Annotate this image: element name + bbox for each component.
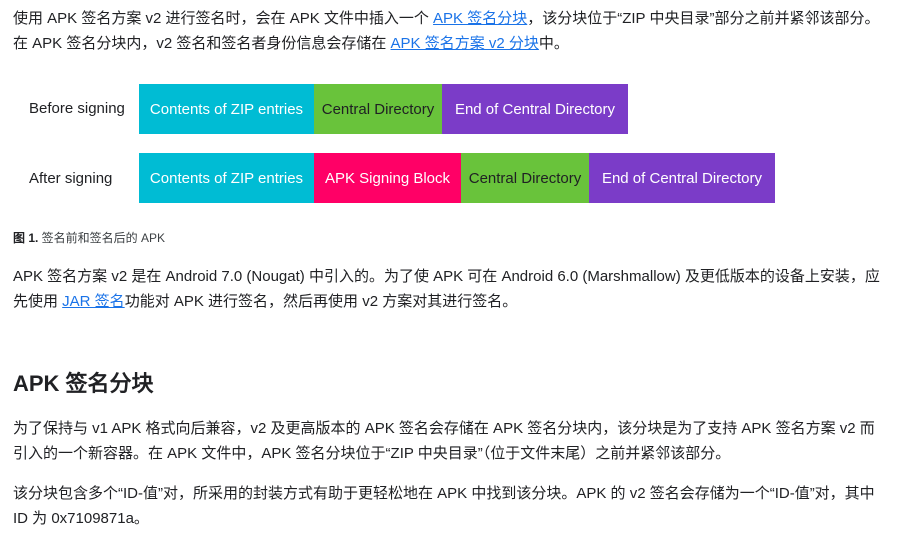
after-block-apk-signing-block: APK Signing Block — [314, 153, 461, 203]
intro-text-3: 中。 — [538, 35, 569, 52]
apk-signing-block-link[interactable]: APK 签名分块 — [433, 10, 527, 27]
before-signing-label: Before signing — [29, 100, 125, 117]
section-heading: APK 签名分块 — [13, 371, 154, 396]
after-block-zip-entries-label: Contents of ZIP entries — [149, 169, 304, 187]
before-block-end-of-central-directory: End of Central Directory — [442, 84, 628, 134]
after-block-end-of-central-directory-label: End of Central Directory — [601, 169, 763, 187]
before-block-end-of-central-directory-label: End of Central Directory — [454, 100, 616, 118]
after-block-end-of-central-directory: End of Central Directory — [589, 153, 775, 203]
after-block-apk-signing-block-label: APK Signing Block — [324, 169, 451, 187]
apk-signature-scheme-v2-block-link[interactable]: APK 签名方案 v2 分块 — [391, 35, 539, 52]
backward-compat-paragraph: 为了保持与 v1 APK 格式向后兼容，v2 及更高版本的 APK 签名会存储在… — [13, 420, 875, 462]
nougat-paragraph: APK 签名方案 v2 是在 Android 7.0 (Nougat) 中引入的… — [13, 264, 883, 314]
id-value-paragraph: 该分块包含多个“ID-值”对，所采用的封装方式有助于更轻松地在 APK 中找到该… — [13, 485, 875, 527]
intro-text-1: 使用 APK 签名方案 v2 进行签名时，会在 APK 文件中插入一个 — [13, 10, 434, 27]
jar-signing-link[interactable]: JAR 签名 — [62, 293, 125, 310]
before-block-zip-entries: Contents of ZIP entries — [139, 84, 314, 134]
before-block-central-directory: Central Directory — [314, 84, 442, 134]
after-block-zip-entries: Contents of ZIP entries — [139, 153, 314, 203]
figure-caption-label: 图 1. — [13, 231, 39, 245]
figure-caption: 图 1. 签名前和签名后的 APK — [13, 229, 165, 246]
after-block-central-directory: Central Directory — [461, 153, 589, 203]
before-block-central-directory-label: Central Directory — [321, 100, 435, 118]
after-block-central-directory-label: Central Directory — [468, 169, 582, 187]
intro-paragraph: 使用 APK 签名方案 v2 进行签名时，会在 APK 文件中插入一个 APK … — [13, 6, 883, 56]
figure-caption-text: 签名前和签名后的 APK — [38, 231, 166, 245]
before-block-zip-entries-label: Contents of ZIP entries — [149, 100, 304, 118]
after-signing-label: After signing — [29, 170, 113, 187]
nougat-text-2: 功能对 APK 进行签名，然后再使用 v2 方案对其进行签名。 — [124, 293, 518, 310]
